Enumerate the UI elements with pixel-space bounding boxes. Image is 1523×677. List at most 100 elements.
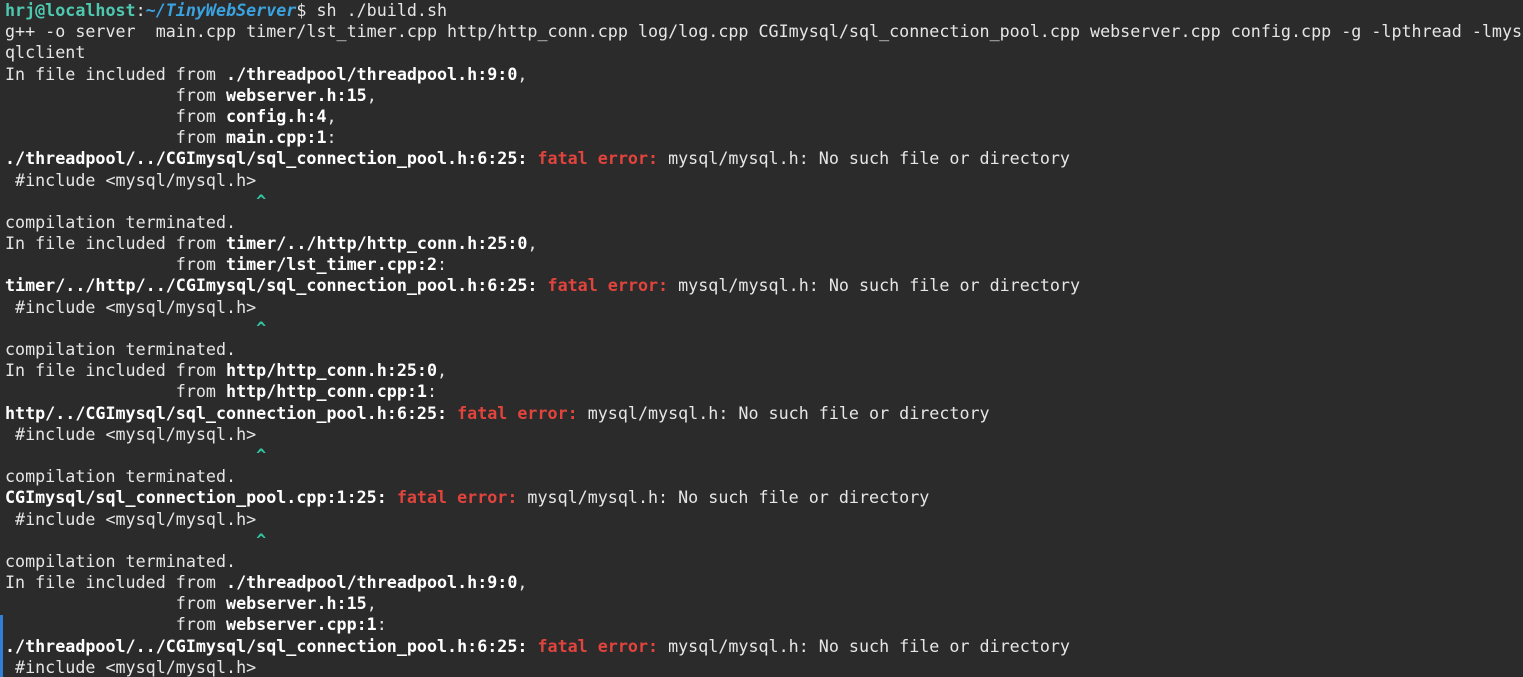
included-from-line: In file included from ./threadpool/threa… [5, 572, 1523, 593]
fatal-error-label: fatal error: [396, 487, 518, 508]
fatal-error-label: fatal error: [457, 402, 578, 423]
from-line: from timer/lst_timer.cpp:2: [5, 254, 1523, 275]
source-line: #include <mysql/mysql.h> [5, 508, 257, 529]
from-label: from [5, 381, 227, 402]
compilation-terminated-line: compilation terminated. [5, 211, 237, 232]
from-label: from [5, 614, 227, 635]
prompt-line: hrj@localhost:~/TinyWebServer$ sh ./buil… [5, 0, 1523, 21]
terminal-window[interactable]: hrj@localhost:~/TinyWebServer$ sh ./buil… [0, 0, 1523, 677]
fatal-error-label: fatal error: [537, 148, 659, 169]
fatal-error-line: CGImysql/sql_connection_pool.cpp:1:25: f… [5, 487, 1523, 508]
build-command-line: g++ -o server main.cpp timer/lst_timer.c… [5, 21, 1523, 42]
separator: , [517, 572, 528, 593]
source-line: #include <mysql/mysql.h> [5, 169, 257, 190]
fatal-error-label: fatal error: [537, 635, 659, 656]
error-message: mysql/mysql.h: No such file or directory [658, 635, 1070, 656]
separator [447, 403, 457, 423]
from-line: from config.h:4, [5, 106, 1523, 127]
from-label: from [5, 254, 227, 275]
error-location: timer/../http/../CGImysql/sql_connection… [5, 275, 538, 296]
separator: , [366, 593, 377, 614]
included-label: In file included from [5, 360, 227, 381]
from-location: webserver.h:15 [226, 593, 367, 614]
from-line: from webserver.h:15, [5, 85, 1523, 106]
from-line: from webserver.h:15, [5, 593, 1523, 614]
separator [527, 148, 537, 168]
compilation-terminated-line: compilation terminated. [5, 339, 237, 359]
separator: , [527, 233, 538, 254]
include-location: ./threadpool/threadpool.h:9:0 [226, 572, 518, 593]
included-label: In file included from [5, 63, 227, 84]
from-label: from [5, 127, 227, 148]
prompt-user-host: hrj@localhost [5, 0, 136, 20]
fatal-error-label: fatal error: [547, 275, 669, 296]
build-command-line-wrap: qlclient [5, 42, 86, 63]
fatal-error-line: ./threadpool/../CGImysql/sql_connection_… [5, 148, 1523, 169]
error-location: http/../CGImysql/sql_connection_pool.h:6… [5, 402, 448, 423]
caret-marker: ^ [256, 444, 267, 465]
separator: : [326, 127, 337, 148]
caret-marker: ^ [256, 190, 267, 211]
from-line: from http/http_conn.cpp:1: [5, 381, 1523, 402]
from-location: config.h:4 [226, 105, 327, 126]
caret-line: ^ [5, 530, 1523, 551]
caret-marker: ^ [256, 529, 267, 550]
prompt-colon: : [135, 0, 146, 20]
prompt-path: ~/TinyWebServer [145, 0, 297, 20]
error-location: CGImysql/sql_connection_pool.cpp:1:25: [5, 487, 387, 508]
separator [387, 487, 397, 507]
from-location: webserver.cpp:1 [226, 614, 377, 635]
from-line: from webserver.cpp:1: [5, 614, 1523, 635]
included-from-line: In file included from http/http_conn.h:2… [5, 360, 1523, 381]
from-location: main.cpp:1 [226, 127, 327, 148]
error-message: mysql/mysql.h: No such file or directory [658, 148, 1070, 169]
caret-marker: ^ [256, 317, 267, 338]
included-from-line: In file included from timer/../http/http… [5, 233, 1523, 254]
fatal-error-line: http/../CGImysql/sql_connection_pool.h:6… [5, 403, 1523, 424]
error-location: ./threadpool/../CGImysql/sql_connection_… [5, 148, 528, 169]
from-label: from [5, 593, 227, 614]
from-location: webserver.h:15 [226, 84, 367, 105]
separator: : [376, 614, 387, 635]
source-line: #include <mysql/mysql.h> [5, 656, 257, 677]
caret-line: ^ [5, 318, 1523, 339]
source-line: #include <mysql/mysql.h> [5, 423, 257, 444]
fatal-error-line: timer/../http/../CGImysql/sql_connection… [5, 275, 1523, 296]
source-line: #include <mysql/mysql.h> [5, 296, 257, 317]
included-label: In file included from [5, 572, 227, 593]
error-message: mysql/mysql.h: No such file or directory [517, 487, 930, 508]
prompt-symbol: $ [296, 0, 307, 20]
include-location: timer/../http/http_conn.h:25:0 [226, 233, 528, 254]
error-message: mysql/mysql.h: No such file or directory [577, 402, 990, 423]
include-location: ./threadpool/threadpool.h:9:0 [226, 63, 518, 84]
caret-padding [5, 191, 256, 211]
included-label: In file included from [5, 233, 227, 254]
from-label: from [5, 105, 227, 126]
caret-padding [5, 530, 256, 550]
separator: : [426, 381, 438, 402]
from-location: timer/lst_timer.cpp:2 [226, 254, 438, 275]
fatal-error-line: ./threadpool/../CGImysql/sql_connection_… [5, 636, 1523, 657]
from-location: http/http_conn.cpp:1 [226, 381, 427, 402]
separator: , [326, 105, 337, 126]
from-label: from [5, 84, 227, 105]
included-from-line: In file included from ./threadpool/threa… [5, 64, 1523, 85]
prompt-command: sh ./build.sh [306, 0, 448, 20]
separator: , [517, 63, 528, 84]
separator: , [366, 84, 377, 105]
error-message: mysql/mysql.h: No such file or directory [668, 275, 1081, 296]
compilation-terminated-line: compilation terminated. [5, 550, 237, 571]
separator [537, 275, 547, 295]
separator: : [437, 254, 448, 275]
caret-padding [5, 445, 256, 465]
caret-padding [5, 318, 256, 338]
separator [527, 636, 537, 656]
compilation-terminated-line: compilation terminated. [5, 466, 237, 487]
scroll-position-marker [0, 615, 3, 677]
error-location: ./threadpool/../CGImysql/sql_connection_… [5, 635, 528, 656]
include-location: http/http_conn.h:25:0 [226, 360, 438, 381]
separator: , [437, 360, 448, 381]
caret-line: ^ [5, 191, 1523, 212]
from-line: from main.cpp:1: [5, 127, 1523, 148]
caret-line: ^ [5, 445, 1523, 466]
